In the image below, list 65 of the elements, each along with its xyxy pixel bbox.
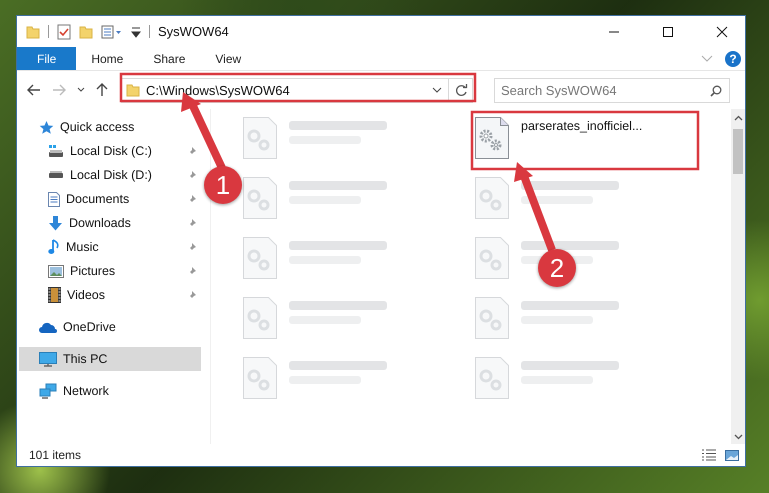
details-view-icon[interactable]	[701, 449, 717, 461]
blurred-file-icon[interactable]	[243, 177, 277, 219]
maximize-icon	[662, 26, 674, 38]
blurred-file-icon[interactable]	[243, 297, 277, 339]
scroll-down-icon[interactable]	[734, 434, 742, 440]
folder-icon[interactable]	[79, 24, 93, 38]
file-name: parserates_inofficiel...	[521, 119, 642, 133]
back-arrow-icon[interactable]	[27, 84, 41, 96]
blurred-file-icon[interactable]	[475, 177, 509, 219]
blurred-file-icon[interactable]	[243, 357, 277, 399]
sidebar-item[interactable]: Network	[17, 379, 201, 403]
item-count: 101 items	[29, 448, 82, 462]
vertical-scrollbar[interactable]	[731, 109, 745, 444]
refresh-icon[interactable]	[455, 84, 468, 96]
monitor-icon	[39, 352, 57, 366]
blurred-file-icon[interactable]	[243, 117, 277, 159]
close-icon	[716, 26, 728, 38]
window-title: SysWOW64	[158, 24, 229, 39]
checklist-icon[interactable]	[57, 24, 71, 40]
dll-file-gears-icon	[475, 117, 509, 159]
search-field[interactable]: Search SysWOW64	[494, 78, 730, 102]
sidebar-item[interactable]: Local Disk (C:)	[17, 139, 201, 163]
help-button[interactable]: ?	[725, 50, 741, 66]
drive-icon	[48, 144, 64, 158]
address-dropdown-caret-icon[interactable]	[432, 87, 442, 93]
blurred-file-icon[interactable]	[475, 237, 509, 279]
ribbon-tab[interactable]: File	[17, 47, 76, 70]
film-strip-icon	[48, 287, 61, 303]
cloud-icon	[39, 322, 57, 332]
properties-icon[interactable]	[101, 24, 123, 38]
up-arrow-icon[interactable]	[96, 83, 108, 97]
sidebar-item[interactable]: Videos	[17, 283, 201, 307]
address-path: C:\Windows\SysWOW64	[146, 82, 291, 98]
sidebar-item[interactable]: Downloads	[17, 211, 201, 235]
file-item[interactable]: parserates_inofficiel...	[475, 115, 642, 159]
blurred-file-icon[interactable]	[475, 297, 509, 339]
sidebar-item[interactable]: This PC	[19, 347, 201, 371]
document-icon	[48, 192, 60, 206]
star-icon	[39, 120, 54, 134]
large-icons-view-icon[interactable]	[725, 450, 739, 460]
folder-icon[interactable]	[26, 24, 40, 38]
forward-arrow-icon[interactable]	[52, 84, 66, 96]
download-arrow-icon	[48, 216, 63, 230]
picture-icon	[48, 264, 64, 278]
sidebar-item[interactable]: Music	[17, 235, 201, 259]
ribbon-tab[interactable]: Home	[76, 47, 138, 70]
scroll-up-icon[interactable]	[734, 115, 742, 121]
network-icon	[39, 383, 57, 399]
blurred-file-icon[interactable]	[475, 357, 509, 399]
expand-ribbon-icon[interactable]	[701, 54, 713, 62]
folder-icon	[126, 84, 140, 96]
music-note-icon	[48, 239, 60, 255]
sidebar-item[interactable]: OneDrive	[17, 315, 201, 339]
blurred-file-icon[interactable]	[243, 237, 277, 279]
scrollbar-thumb[interactable]	[733, 129, 743, 174]
sidebar-item[interactable]: Documents	[17, 187, 201, 211]
ribbon-tab[interactable]: View	[200, 47, 256, 70]
recent-locations-caret-icon[interactable]	[77, 87, 85, 93]
sidebar-item[interactable]: Local Disk (D:)	[17, 163, 201, 187]
sidebar-item[interactable]: Quick access	[17, 115, 201, 139]
search-icon	[710, 84, 722, 96]
customize-dropdown-icon[interactable]	[131, 26, 141, 38]
drive-icon	[48, 171, 64, 179]
sidebar-item[interactable]: Pictures	[17, 259, 201, 283]
ribbon-tab[interactable]: Share	[138, 47, 200, 70]
